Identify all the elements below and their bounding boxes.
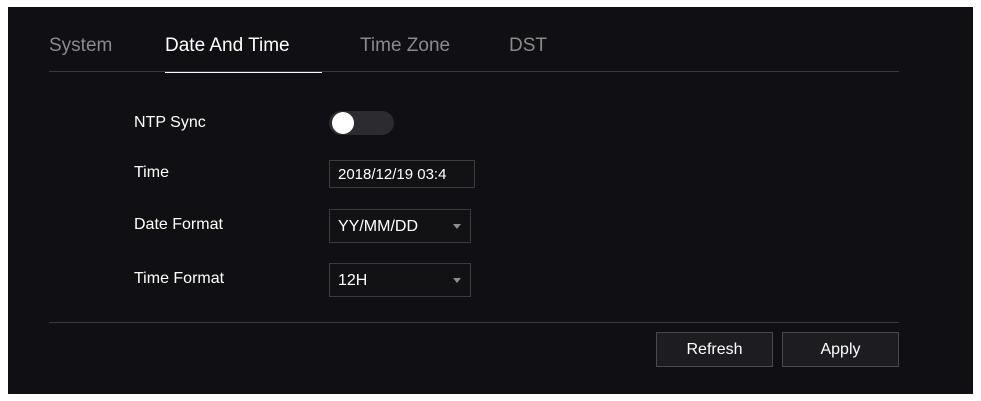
footer-divider: [49, 322, 899, 323]
refresh-button[interactable]: Refresh: [656, 332, 773, 367]
time-format-select[interactable]: 12H: [329, 263, 471, 297]
date-format-select[interactable]: YY/MM/DD: [329, 209, 471, 243]
tab-time-zone[interactable]: Time Zone: [360, 35, 450, 57]
chevron-down-icon: [453, 278, 461, 283]
settings-panel: System Date And Time Time Zone DST NTP S…: [8, 7, 973, 394]
tab-dst[interactable]: DST: [509, 35, 547, 57]
date-format-value: YY/MM/DD: [338, 218, 418, 235]
apply-button[interactable]: Apply: [782, 332, 899, 367]
tab-divider: [49, 71, 899, 72]
ntp-sync-label: NTP Sync: [134, 114, 206, 131]
ntp-sync-toggle[interactable]: [329, 111, 394, 135]
tab-system[interactable]: System: [49, 35, 112, 57]
tab-date-and-time[interactable]: Date And Time: [165, 35, 290, 57]
tab-bar: System Date And Time Time Zone DST: [8, 7, 973, 73]
chevron-down-icon: [453, 224, 461, 229]
date-format-label: Date Format: [134, 216, 223, 233]
time-format-value: 12H: [338, 272, 368, 289]
time-format-label: Time Format: [134, 270, 225, 287]
toggle-knob: [332, 112, 354, 134]
time-label: Time: [134, 164, 169, 181]
time-input[interactable]: 2018/12/19 03:4: [329, 160, 475, 188]
